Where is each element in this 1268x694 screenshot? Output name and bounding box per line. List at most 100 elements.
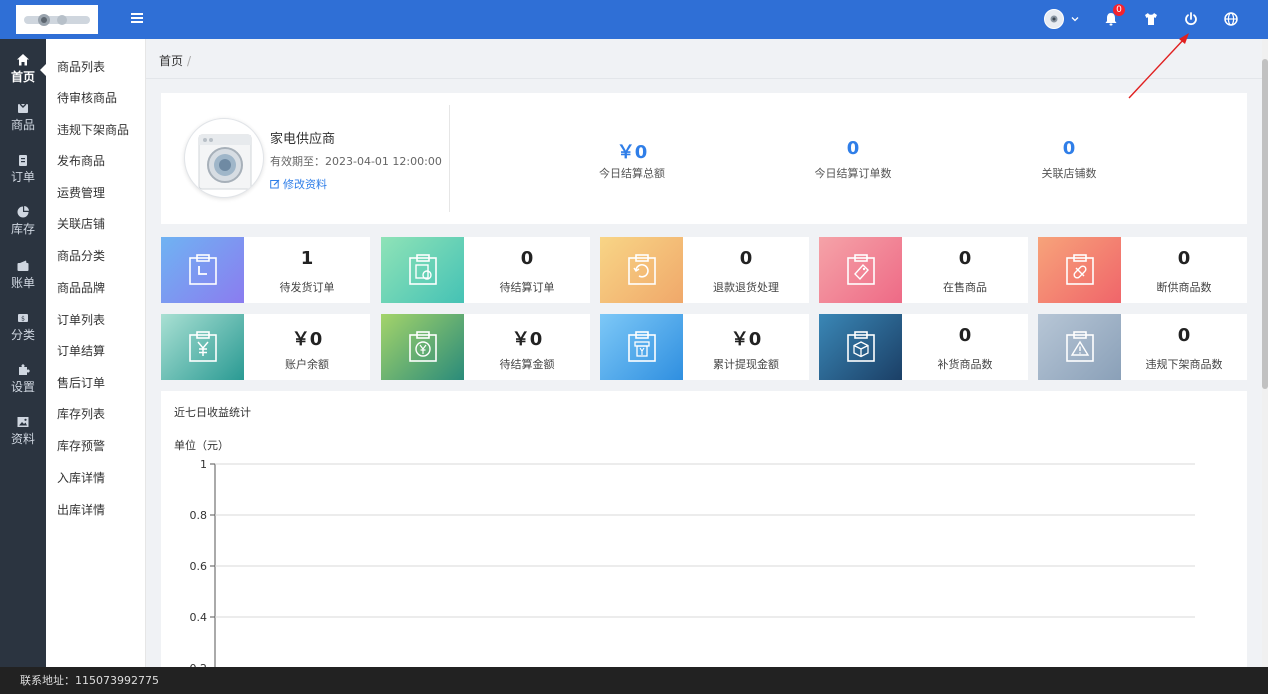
shirt-icon [1145,13,1157,25]
logout-button[interactable] [1180,8,1202,30]
nav-item-home[interactable]: 首页 [0,47,46,87]
tile-value: 0 [520,248,534,269]
user-menu[interactable] [1042,8,1082,30]
subnav-item[interactable]: 库存预警 [57,437,105,454]
tile-value: 0 [739,248,753,269]
main-nav: 首页 商品 订单 库存 账单 $ 分类 设置 资料 [0,39,46,667]
stat-tile-pending-amount[interactable]: ￥0 待结算金额 [381,314,590,380]
subnav-item[interactable]: 订单列表 [57,311,105,328]
breadcrumb-home[interactable]: 首页 [159,54,183,68]
subnav-item[interactable]: 待审核商品 [57,89,117,106]
chevron-down-icon [1071,17,1079,22]
scrollbar[interactable] [1262,39,1268,667]
shop-summary-card: 家电供应商 有效期至：2023-04-01 12:00:00 修改资料 ￥0 今… [161,93,1247,224]
nav-item-category[interactable]: $ 分类 [0,305,46,345]
subnav-item[interactable]: 商品品牌 [57,279,105,296]
clipboard-tag-icon [819,237,902,303]
earnings-chart-card: 近七日收益统计 单位（元） 10.80.60.40.2 [161,391,1247,667]
tile-value: ￥0 [291,329,323,350]
subnav-item[interactable]: 运费管理 [57,184,105,201]
tile-label: 在售商品 [943,281,987,294]
notification-button[interactable]: 0 [1100,4,1125,30]
breadcrumb-bar: 首页 / [146,39,1262,79]
logo-image [24,13,90,26]
breadcrumb: 首页 / [159,52,191,69]
stat-tile-pending-settlement[interactable]: 0 待结算订单 [381,237,590,303]
stat-tile-withdrawn[interactable]: ￥0 累计提现金额 [600,314,809,380]
clipboard-coin-icon [381,314,464,380]
globe-icon [1224,12,1238,26]
menu-toggle-icon[interactable] [128,10,146,28]
stat-tile-out-of-supply[interactable]: 0 断供商品数 [1038,237,1247,303]
svg-text:$: $ [21,316,25,323]
tile-value: ￥0 [511,329,543,350]
tile-label: 补货商品数 [937,358,993,371]
subnav-item[interactable]: 订单结算 [57,342,105,359]
tile-value: ￥0 [730,329,762,350]
stat-tile-refunds[interactable]: 0 退款退货处理 [600,237,809,303]
tile-label: 待结算金额 [499,358,555,371]
top-bar: 0 [0,0,1268,39]
subnav-item[interactable]: 售后订单 [57,374,105,391]
kpi-label: 今日结算总额 [599,167,665,180]
footer: 联系地址：115073992775 [0,667,1268,694]
scrollbar-thumb[interactable] [1262,59,1268,389]
puzzle-icon [19,364,30,375]
box-icon [18,103,28,113]
image-icon [17,417,29,427]
theme-button[interactable] [1140,8,1162,30]
clipboard-pay-icon [381,237,464,303]
stat-tile-violations[interactable]: 0 违规下架商品数 [1038,314,1247,380]
subnav-item[interactable]: 商品分类 [57,247,105,264]
subnav-item[interactable]: 违规下架商品 [57,121,129,138]
stat-tile-restock[interactable]: 0 补货商品数 [819,314,1028,380]
tile-value: 0 [958,248,972,269]
stat-tile-pending-shipment[interactable]: 1 待发货订单 [161,237,370,303]
kpi-value: 0 [846,138,860,159]
nav-item-goods[interactable]: 商品 [0,95,46,135]
washing-machine-image [198,134,252,190]
subnav-item[interactable]: 入库详情 [57,469,105,486]
stat-tile-balance[interactable]: ￥0 账户余额 [161,314,370,380]
kpi-value: ￥0 [616,142,648,163]
stat-tile-on-sale[interactable]: 0 在售商品 [819,237,1028,303]
logo[interactable] [16,5,98,34]
tile-value: 0 [958,325,972,346]
avatar-icon [1044,9,1064,29]
clipboard-icon [19,155,27,166]
y-tick-label: 0.8 [190,509,208,522]
subnav-item[interactable]: 关联店铺 [57,215,105,232]
nav-item-profile[interactable]: 资料 [0,409,46,449]
tile-value: 0 [1177,248,1191,269]
kpi-label: 今日结算订单数 [814,167,892,180]
kpi-today-orders: 0 今日结算订单数 [763,138,943,181]
tile-value: 1 [300,248,314,269]
subnav-item[interactable]: 出库详情 [57,501,105,518]
kpi-today-total: ￥0 今日结算总额 [542,138,722,181]
subnav-item[interactable]: 发布商品 [57,152,105,169]
tile-label: 待结算订单 [499,281,555,294]
edit-profile-link[interactable]: 修改资料 [270,176,327,192]
subnav-item[interactable]: 商品列表 [57,58,105,75]
clipboard-warning-icon [1038,314,1121,380]
tile-label: 账户余额 [285,358,329,371]
y-tick-label: 1 [200,458,207,471]
nav-item-orders[interactable]: 订单 [0,147,46,187]
nav-item-settings[interactable]: 设置 [0,357,46,397]
clipboard-withdraw-icon [600,314,683,380]
home-icon [17,54,29,66]
clipboard-refund-icon [600,237,683,303]
kpi-label: 关联店铺数 [1041,167,1097,180]
pie-icon [17,206,29,218]
language-button[interactable] [1220,8,1242,30]
subnav-item[interactable]: 库存列表 [57,405,105,422]
tile-label: 累计提现金额 [713,358,779,371]
footer-contact: 联系地址：115073992775 [20,674,159,687]
edit-icon [270,179,280,189]
shop-avatar [184,118,264,198]
shop-name: 家电供应商 [270,132,336,147]
notification-badge: 0 [1113,4,1125,16]
clipboard-l-icon [161,237,244,303]
nav-item-bills[interactable]: 账单 [0,253,46,293]
nav-item-inventory[interactable]: 库存 [0,199,46,239]
